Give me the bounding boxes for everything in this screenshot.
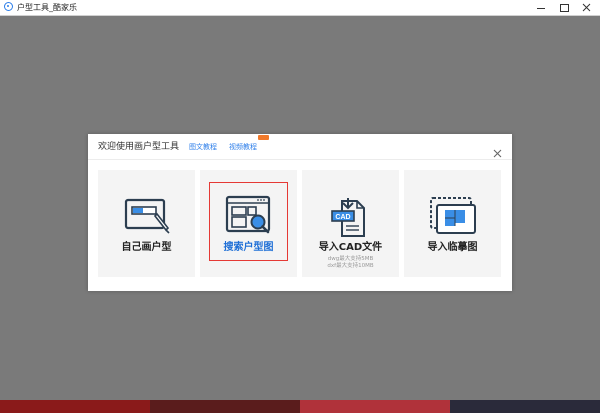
- dialog-divider: [88, 159, 512, 160]
- video-tutorial-link[interactable]: 视频教程: [229, 143, 257, 152]
- thumbnail-1: [0, 400, 150, 413]
- window-title: 户型工具_酷家乐: [17, 3, 77, 12]
- window-titlebar: 户型工具_酷家乐: [0, 0, 600, 16]
- draw-floorplan-icon: [124, 198, 170, 234]
- selected-card-highlight: [209, 182, 288, 261]
- close-icon: [582, 3, 591, 12]
- dialog-close-button[interactable]: [493, 143, 502, 158]
- import-cad-card[interactable]: CAD 导入CAD文件 dwg最大支持5MB dxf最大支持10MB: [302, 170, 399, 277]
- image-tutorial-link[interactable]: 图文教程: [189, 143, 217, 152]
- card-label: 自己画户型: [121, 242, 172, 253]
- dwg-size-note: dwg最大支持5MB: [327, 256, 374, 262]
- card-label: 导入临摹图: [427, 242, 478, 253]
- thumbnail-4: [450, 400, 600, 413]
- thumbnail-3: [300, 400, 450, 413]
- window-close-button[interactable]: [576, 0, 598, 15]
- floorplan-tool-dialog: 欢迎使用画户型工具 图文教程 视频教程 自己画户型 搜索户型图 CAD 导入CA…: [88, 134, 512, 291]
- dxf-size-note: dxf最大支持10MB: [327, 263, 374, 269]
- close-icon: [493, 149, 502, 158]
- minimize-button[interactable]: [530, 0, 552, 15]
- app-logo-icon: [4, 2, 13, 11]
- dialog-title: 欢迎使用画户型工具: [98, 142, 180, 152]
- trace-image-icon: [430, 197, 476, 234]
- thumbnail-2: [150, 400, 300, 413]
- cad-file-icon: CAD: [331, 198, 365, 237]
- maximize-button[interactable]: [553, 0, 575, 15]
- card-label: 导入CAD文件: [318, 242, 383, 253]
- svg-text:CAD: CAD: [335, 214, 350, 221]
- background-thumbnails: [0, 400, 600, 413]
- new-badge: [258, 135, 269, 140]
- import-trace-image-card[interactable]: 导入临摹图: [404, 170, 501, 277]
- draw-floorplan-card[interactable]: 自己画户型: [98, 170, 195, 277]
